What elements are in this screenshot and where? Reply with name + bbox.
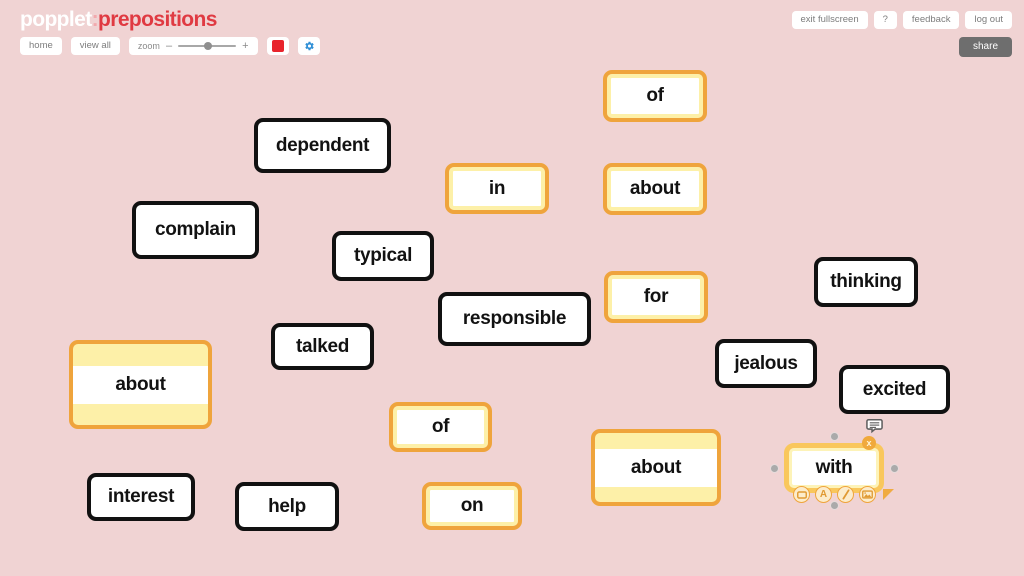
app-logo[interactable]: popplet:prepositions xyxy=(20,8,217,32)
popple-responsible[interactable]: responsible xyxy=(438,292,591,346)
popple-label: for xyxy=(643,286,669,307)
popple-jealous[interactable]: jealous xyxy=(715,339,817,388)
home-button[interactable]: home xyxy=(20,37,62,55)
popple-label: talked xyxy=(295,335,350,357)
popple-label: in xyxy=(488,177,506,199)
logo-brand-text: popplet xyxy=(20,8,92,31)
popple-label: help xyxy=(268,495,306,517)
close-popple-button[interactable]: x xyxy=(862,436,876,450)
popple-label: thinking xyxy=(830,271,902,292)
draw-icon xyxy=(842,489,849,500)
main-toolbar: home view all zoom – + xyxy=(20,37,320,55)
resize-handle-right[interactable] xyxy=(890,464,899,473)
shape-icon xyxy=(796,490,807,499)
popple-label: about xyxy=(629,178,681,199)
view-all-button[interactable]: view all xyxy=(70,37,120,55)
popple-complain[interactable]: complain xyxy=(132,201,259,259)
image-icon xyxy=(862,490,873,499)
comment-bubble-icon xyxy=(866,418,883,434)
popple-help[interactable]: help xyxy=(235,482,339,531)
zoom-slider-knob[interactable] xyxy=(204,42,213,50)
popple-label: jealous xyxy=(734,352,798,374)
popple-text-band: about xyxy=(595,448,717,487)
popple-label: on xyxy=(460,495,484,516)
popple-of[interactable]: of xyxy=(389,402,492,452)
color-swatch-icon xyxy=(271,40,284,52)
share-button[interactable]: share xyxy=(958,37,1012,57)
popple-on[interactable]: on xyxy=(422,482,522,530)
logo-document-title: prepositions xyxy=(98,8,217,31)
draw-tool-button[interactable] xyxy=(837,486,854,503)
app-header: popplet:prepositions home view all zoom … xyxy=(0,0,1024,64)
popple-label: about xyxy=(115,373,166,395)
popple-interest[interactable]: interest xyxy=(87,473,195,521)
popple-label: complain xyxy=(154,219,236,240)
help-button[interactable]: ? xyxy=(873,11,897,29)
top-right-actions: exit fullscreen ? feedback log out xyxy=(791,11,1012,29)
color-swatch-button[interactable] xyxy=(266,37,289,55)
popple-about[interactable]: about xyxy=(69,340,212,429)
popple-talked[interactable]: talked xyxy=(271,323,374,370)
popple-tool-bar: A xyxy=(793,486,876,503)
feedback-button[interactable]: feedback xyxy=(902,11,960,29)
popple-dependent[interactable]: dependent xyxy=(254,118,391,173)
popple-label: of xyxy=(646,85,664,106)
popple-thinking[interactable]: thinking xyxy=(814,257,918,307)
image-tool-button[interactable] xyxy=(859,486,876,503)
selected-popple-text: with xyxy=(815,457,853,478)
popple-label: interest xyxy=(107,486,175,507)
zoom-in-button[interactable]: + xyxy=(242,40,248,52)
zoom-control[interactable]: zoom – + xyxy=(128,37,258,55)
zoom-out-button[interactable]: – xyxy=(166,40,172,52)
popple-about[interactable]: about xyxy=(591,429,721,506)
popple-label: responsible xyxy=(462,308,567,329)
exit-fullscreen-button[interactable]: exit fullscreen xyxy=(791,11,868,29)
popple-label: about xyxy=(630,456,682,478)
popple-about[interactable]: about xyxy=(603,163,707,215)
popple-label: typical xyxy=(353,245,413,266)
logout-button[interactable]: log out xyxy=(965,11,1012,29)
popple-in[interactable]: in xyxy=(445,163,549,214)
gear-icon xyxy=(304,41,314,51)
text-tool-button[interactable]: A xyxy=(815,486,832,503)
popple-text-band: about xyxy=(73,365,208,404)
zoom-label: zoom xyxy=(137,41,160,51)
popple-label: dependent xyxy=(275,134,370,156)
share-container: share xyxy=(958,36,1012,57)
popple-label: excited xyxy=(862,378,927,400)
settings-button[interactable] xyxy=(297,37,320,55)
popple-label: of xyxy=(431,416,450,437)
zoom-slider-track[interactable] xyxy=(178,42,237,50)
resize-handle-left[interactable] xyxy=(770,464,779,473)
popple-for[interactable]: for xyxy=(604,271,708,323)
shape-tool-button[interactable] xyxy=(793,486,810,503)
popple-excited[interactable]: excited xyxy=(839,365,950,414)
popple-of[interactable]: of xyxy=(603,70,707,122)
resize-grip-icon[interactable] xyxy=(883,489,894,500)
resize-handle-top[interactable] xyxy=(830,432,839,441)
popple-typical[interactable]: typical xyxy=(332,231,434,281)
